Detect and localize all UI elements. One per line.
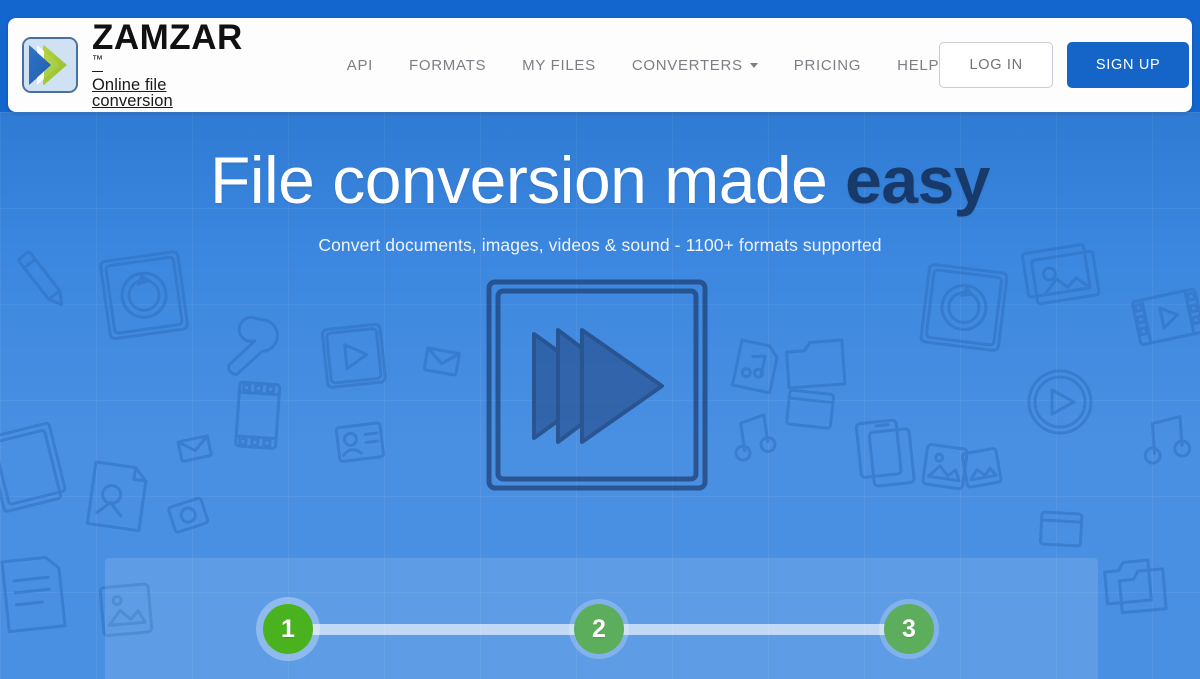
envelope-icon (422, 346, 462, 377)
camera-icon (167, 496, 210, 534)
page-title: File conversion made easy (0, 143, 1200, 217)
nav-item-label: CONVERTERS (631, 56, 743, 74)
contact-card-icon (334, 421, 385, 463)
nav-item-formats[interactable]: FORMATS (409, 49, 486, 82)
login-button[interactable]: LOG IN (939, 42, 1054, 88)
brand-tagline: Online file conversion (92, 75, 173, 111)
picture-square-icon (921, 443, 969, 491)
wizard-step-3[interactable]: 3 (884, 604, 934, 654)
play-circle-icon (1027, 369, 1093, 435)
brand-text: ZAMZAR™ Online file conversion (92, 20, 243, 109)
document-stack-icon (0, 421, 67, 513)
image-document-icon (85, 460, 148, 533)
wizard-step-2[interactable]: 2 (574, 604, 624, 654)
double-chevron-logo-icon (22, 36, 78, 93)
page-root: ZAMZAR™ Online file conversion API FORMA… (0, 0, 1200, 679)
music-notes-icon (734, 413, 777, 462)
site-header: ZAMZAR™ Online file conversion API FORMA… (8, 18, 1192, 112)
picture-small-icon (960, 447, 1003, 489)
hero-section: File conversion made easy Convert docume… (0, 112, 1200, 679)
nav-item-label: FORMATS (409, 56, 487, 74)
signup-button[interactable]: SIGN UP (1067, 42, 1190, 88)
headline-accent: easy (845, 143, 990, 217)
hero-copy: File conversion made easy Convert docume… (0, 112, 1200, 256)
pencil-icon (17, 250, 64, 307)
nav-item-converters[interactable]: CONVERTERS (632, 49, 758, 82)
nav-item-label: API (346, 56, 374, 74)
nav-item-help[interactable]: HELP (897, 49, 939, 82)
window-icon (1038, 510, 1084, 548)
film-strip-icon (1131, 287, 1200, 346)
nav-item-label: MY FILES (522, 56, 596, 74)
nav-item-api[interactable]: API (347, 49, 373, 82)
hero-subtitle: Convert documents, images, videos & soun… (318, 235, 882, 256)
audio-document-icon (730, 338, 779, 395)
refresh-square-icon (919, 263, 1009, 352)
brand-logo-link[interactable]: ZAMZAR™ Online file conversion (22, 20, 243, 109)
wizard-step-1[interactable]: 1 (263, 604, 313, 654)
nav-item-label: HELP (897, 56, 940, 74)
folder-open-icon (785, 388, 835, 430)
clipboard-stack-icon (854, 418, 916, 488)
refresh-square-icon (99, 250, 189, 341)
headline-main: File conversion made (210, 143, 846, 217)
header-actions: LOG IN SIGN UP (939, 42, 1190, 88)
nav-item-pricing[interactable]: PRICING (794, 49, 861, 82)
sketch-fast-forward-play-icon (486, 279, 708, 491)
brand-name: ZAMZAR (92, 18, 243, 58)
wrench-icon (227, 315, 279, 376)
nav-item-my-files[interactable]: MY FILES (522, 49, 596, 82)
main-navigation: API FORMATS MY FILES CONVERTERS PRICING … (347, 49, 939, 82)
folder-pair-icon (1103, 558, 1168, 615)
wizard-step-indicator: 1 2 3 (105, 558, 1098, 679)
text-document-icon (0, 555, 67, 634)
music-notes-icon (1143, 415, 1192, 465)
nav-item-label: PRICING (793, 56, 862, 74)
film-strip-icon (234, 380, 282, 450)
envelope-small-icon (176, 434, 213, 463)
chevron-down-icon (749, 62, 758, 68)
trademark-symbol: ™ (92, 54, 103, 67)
step-connector-2-3 (598, 624, 908, 635)
video-square-icon (320, 322, 387, 389)
step-connector-1-2 (288, 624, 599, 635)
folder-icon (785, 338, 847, 390)
